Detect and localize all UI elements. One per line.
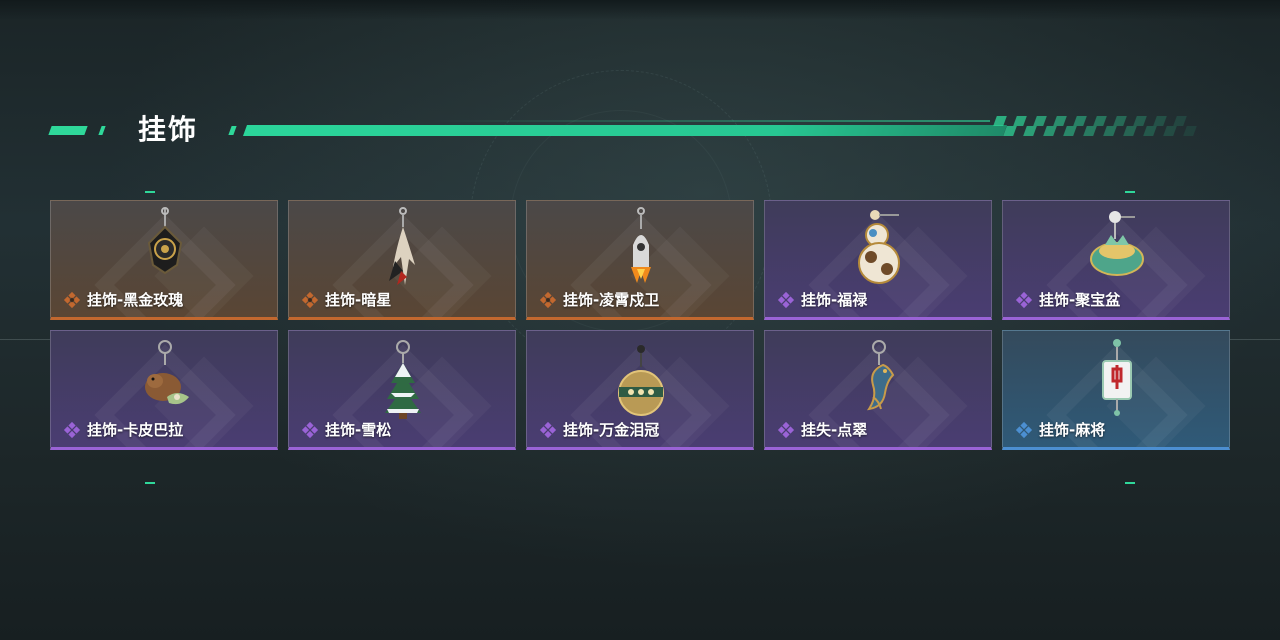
rarity-diamond-icon: [301, 291, 319, 308]
item-label-row: 挂饰-卡皮巴拉: [63, 419, 183, 440]
section-header: 挂饰: [0, 100, 1280, 160]
golden-crown-icon: [618, 345, 664, 416]
top-shadow-strip: [0, 0, 1280, 20]
item-label-row: 挂饰-万金泪冠: [539, 419, 659, 440]
checker-square: [1183, 126, 1197, 136]
capybara-icon: [145, 340, 189, 405]
header-checker-pattern: [993, 116, 1200, 136]
item-name: 挂饰-卡皮巴拉: [87, 421, 184, 439]
side-line-left: [0, 339, 50, 340]
treasure-bowl-icon: [1090, 211, 1144, 276]
rarity-diamond-icon: [301, 421, 319, 438]
item-name: 挂饰-聚宝盆: [1039, 291, 1121, 309]
header-thin-line: [430, 120, 990, 122]
item-name: 挂饰-麻将: [1039, 421, 1106, 439]
header-accent-bar-small: [98, 126, 106, 135]
item-name: 挂饰-万金泪冠: [563, 421, 660, 439]
mahjong-tile-icon: [1102, 339, 1132, 416]
item-card[interactable]: 挂饰-万金泪冠: [526, 330, 754, 450]
item-card[interactable]: 挂饰-暗星: [288, 200, 516, 320]
corner-tick: [1125, 191, 1135, 193]
item-card[interactable]: 挂饰-黑金玫瑰: [50, 200, 278, 320]
item-name: 挂失-点翠: [801, 421, 868, 439]
kingfisher-icon: [866, 340, 895, 411]
item-label-row: 挂失-点翠: [777, 419, 867, 440]
item-card[interactable]: 挂饰-福禄: [764, 200, 992, 320]
item-label-row: 挂饰-暗星: [301, 289, 391, 310]
rarity-diamond-icon: [1015, 421, 1033, 438]
item-label-row: 挂饰-黑金玫瑰: [63, 289, 183, 310]
rarity-diamond-icon: [777, 421, 795, 438]
item-card[interactable]: 挂饰-聚宝盆: [1002, 200, 1230, 320]
item-name: 挂饰-凌霄戍卫: [563, 291, 660, 309]
sky-guard-icon: [631, 207, 651, 283]
side-line-right: [1230, 339, 1280, 340]
item-grid: 挂饰-黑金玫瑰 挂饰-暗星 挂饰-凌霄戍卫 挂饰-福禄 挂饰-聚宝盆 挂饰-卡皮…: [50, 200, 1230, 450]
rarity-diamond-icon: [1015, 291, 1033, 308]
checker-square: [1183, 116, 1197, 126]
item-label-row: 挂饰-聚宝盆: [1015, 289, 1120, 310]
rarity-diamond-icon: [539, 291, 557, 308]
item-card[interactable]: 挂饰-雪松: [288, 330, 516, 450]
item-card[interactable]: 挂饰-卡皮巴拉: [50, 330, 278, 450]
item-label-row: 挂饰-麻将: [1015, 419, 1105, 440]
item-label-row: 挂饰-福禄: [777, 289, 867, 310]
rarity-diamond-icon: [63, 291, 81, 308]
corner-tick: [145, 482, 155, 484]
item-name: 挂饰-福禄: [801, 291, 868, 309]
section-title: 挂饰: [138, 113, 199, 146]
item-card[interactable]: 挂失-点翠: [764, 330, 992, 450]
header-accent-bar: [48, 126, 88, 135]
header-accent-bar-small: [228, 126, 237, 135]
item-name: 挂饰-暗星: [325, 291, 392, 309]
item-label-row: 挂饰-雪松: [301, 419, 391, 440]
rarity-diamond-icon: [777, 291, 795, 308]
rarity-diamond-icon: [539, 421, 557, 438]
item-name: 挂饰-雪松: [325, 421, 392, 439]
item-label-row: 挂饰-凌霄戍卫: [539, 289, 659, 310]
header-accent-line: [242, 125, 1008, 136]
corner-tick: [145, 191, 155, 193]
snow-pine-icon: [385, 340, 421, 419]
checker-row: [993, 116, 1200, 126]
rarity-diamond-icon: [63, 421, 81, 438]
gourd-icon: [858, 210, 900, 284]
black-gold-rose-icon: [147, 207, 183, 275]
item-card[interactable]: 挂饰-麻将: [1002, 330, 1230, 450]
dark-star-icon: [389, 207, 415, 285]
checker-row: [995, 126, 1200, 136]
corner-tick: [1125, 482, 1135, 484]
item-name: 挂饰-黑金玫瑰: [87, 291, 184, 309]
item-card[interactable]: 挂饰-凌霄戍卫: [526, 200, 754, 320]
